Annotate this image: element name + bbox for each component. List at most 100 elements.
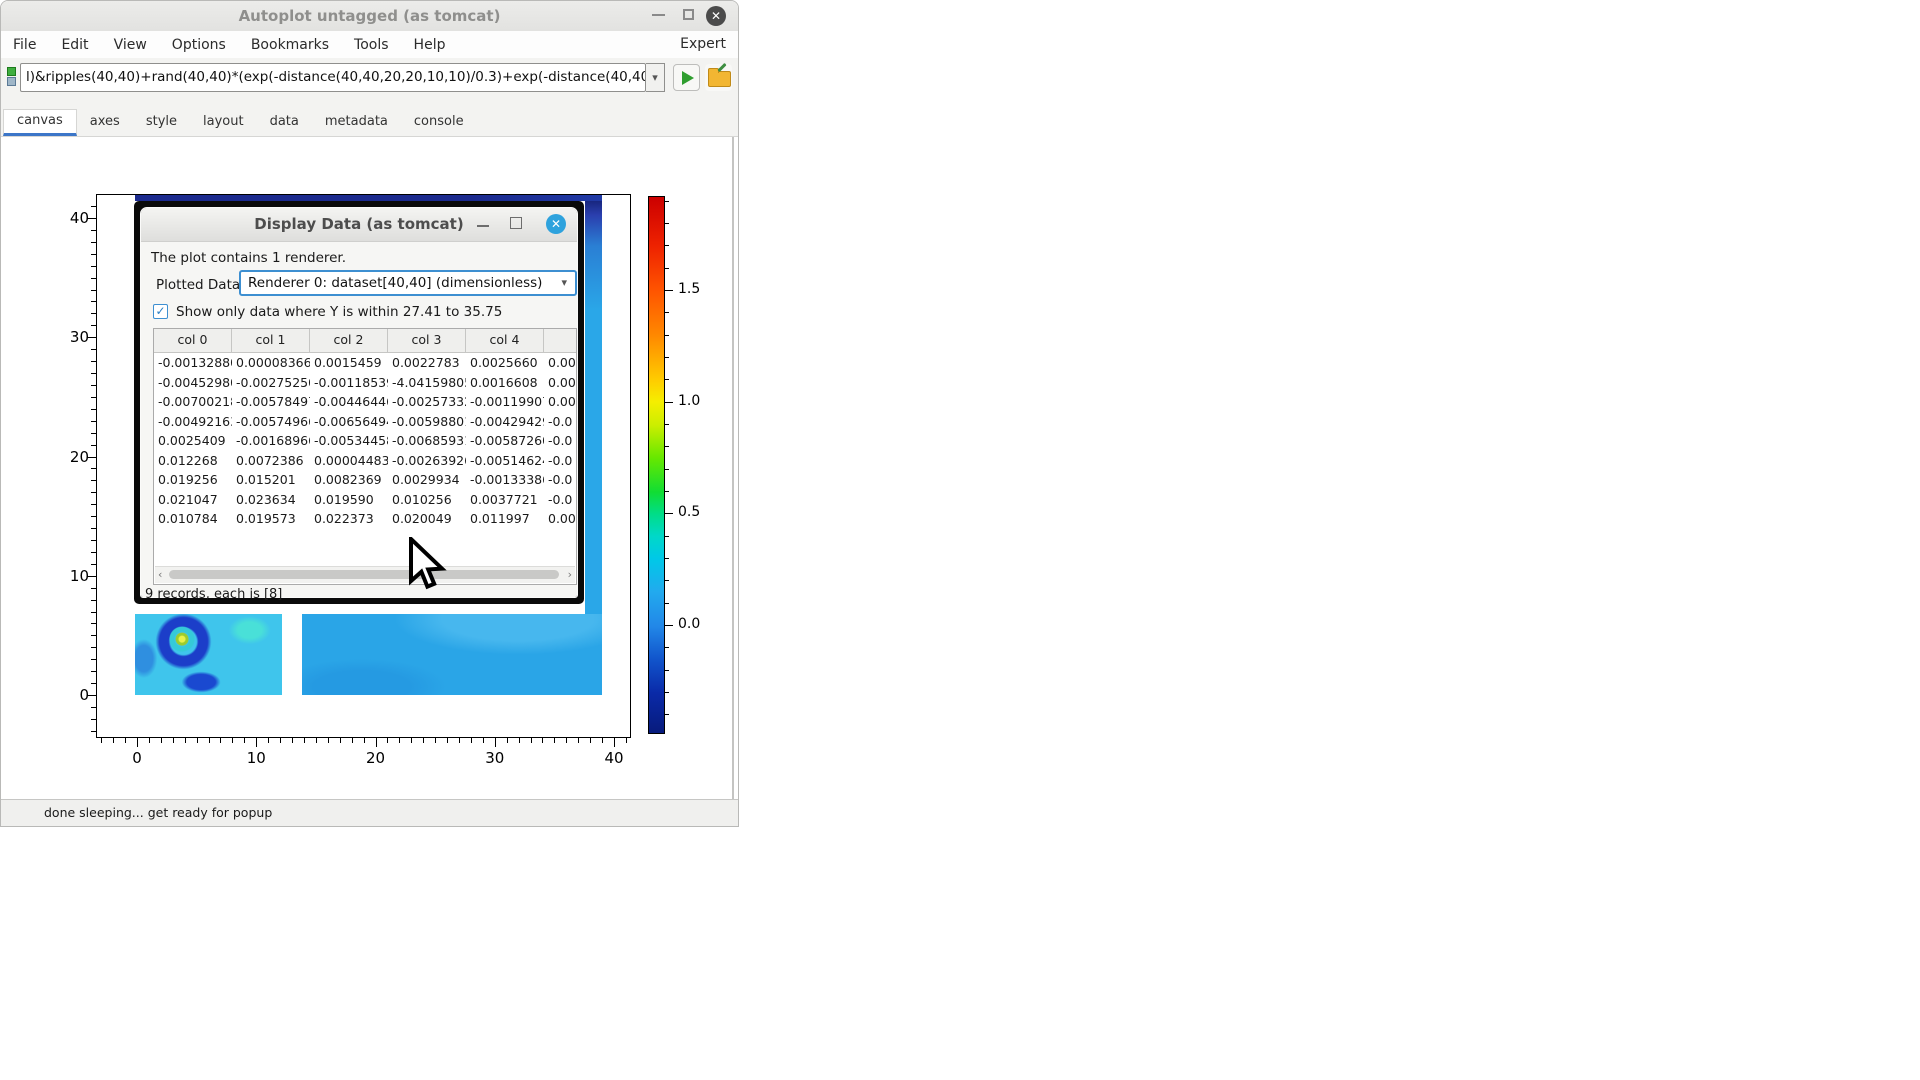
x-axis-tick [328,738,329,743]
y-axis-tick [91,266,96,267]
uri-input[interactable]: l)&ripples(40,40)+rand(40,40)*(exp(-dist… [20,63,646,92]
y-axis-tick [91,301,96,302]
menu-bookmarks[interactable]: Bookmarks [251,37,329,53]
x-axis-tick [220,738,221,743]
y-axis-tick [91,325,96,326]
table-column-header[interactable]: col 4 [466,329,544,352]
table-cell: 0.019573 [232,509,310,529]
y-axis-tick [91,635,96,636]
tab-style[interactable]: style [133,109,190,136]
dialog-close-icon[interactable]: ✕ [546,214,566,234]
tab-console[interactable]: console [401,109,477,136]
y-axis-tick [91,409,96,410]
table-cell: 0.021047 [154,490,232,510]
table-cell: -0.00132880... [154,353,232,373]
colorbar-tick [665,312,669,313]
plot-canvas[interactable]: 010203040010203040 1.51.00.50.0 Display … [1,137,738,799]
dialog-inner: Display Data (as tomcat) ✕ The plot cont… [141,208,577,597]
colorbar-tick [665,558,669,559]
tab-bar: canvasaxesstylelayoutdatametadataconsole [1,103,738,137]
table-cell: -0.00514624... [466,451,544,471]
menu-help[interactable]: Help [414,37,446,53]
table-row[interactable]: 0.0210470.0236340.0195900.0102560.003772… [154,490,576,510]
x-axis-tick-label: 20 [356,749,396,767]
table-row[interactable]: 0.0025409-0.00168966...-0.00534458...-0.… [154,431,576,451]
table-row[interactable]: -0.00492163...-0.00574966...-0.00656494.… [154,412,576,432]
tab-axes[interactable]: axes [77,109,133,136]
data-table[interactable]: col 0col 1col 2col 3col 4 -0.00132880...… [153,328,577,585]
x-axis-tick-label: 30 [475,749,515,767]
dialog-minimize-icon[interactable] [477,225,489,227]
table-cell: -4.04159805... [388,373,466,393]
table-cell: -0.0 [544,490,577,510]
dialog-maximize-icon[interactable] [510,217,522,229]
close-icon[interactable]: ✕ [706,6,726,26]
x-axis-tick [531,738,532,743]
x-axis-tick-label: 0 [117,749,157,767]
expert-menu[interactable]: Expert [680,36,726,52]
tab-canvas[interactable]: canvas [3,109,77,136]
table-column-header[interactable]: col 1 [232,329,310,352]
y-axis-tick [91,421,96,422]
y-axis-tick [91,373,96,374]
colorbar-tick [665,223,669,224]
tab-layout[interactable]: layout [190,109,257,136]
y-axis-tick [91,492,96,493]
heatmap-blue-patch [302,614,602,695]
x-axis-tick [578,738,579,743]
x-axis-tick [161,738,162,743]
y-axis-tick [91,731,96,732]
horizontal-scrollbar[interactable]: ‹ › [155,566,575,583]
x-axis-tick [209,738,210,743]
filter-checkbox[interactable]: ✓ [153,304,168,319]
window-title: Autoplot untagged (as tomcat) [1,7,738,25]
y-axis-tick [91,647,96,648]
dialog-titlebar[interactable]: Display Data (as tomcat) ✕ [141,208,577,242]
tab-data[interactable]: data [257,109,312,136]
chevron-down-icon: ▾ [561,272,567,294]
y-axis-tick [91,552,96,553]
menu-options[interactable]: Options [172,37,226,53]
table-cell: 0.023634 [232,490,310,510]
x-axis-tick [173,738,174,743]
table-cell: 0.022373 [310,509,388,529]
display-data-dialog: Display Data (as tomcat) ✕ The plot cont… [134,201,584,604]
table-cell: 0.019590 [310,490,388,510]
maximize-icon[interactable] [683,9,694,20]
table-row[interactable]: 0.0122680.00723860.000044839-0.00263926.… [154,451,576,471]
table-column-header[interactable]: col 0 [154,329,232,352]
table-column-header[interactable]: col 2 [310,329,388,352]
colorbar-tick [665,580,669,581]
table-column-header[interactable]: col 3 [388,329,466,352]
colorbar-tick [665,647,669,648]
menu-view[interactable]: View [114,37,147,53]
table-row[interactable]: 0.0107840.0195730.0223730.0200490.011997… [154,509,576,529]
y-axis-tick [91,588,96,589]
plotted-data-value: Renderer 0: dataset[40,40] (dimensionles… [248,275,542,291]
table-cell: 0.0016608 [466,373,544,393]
y-axis-tick [91,659,96,660]
table-row[interactable]: -0.00452980...-0.00275250...-0.00118539.… [154,373,576,393]
scroll-right-icon[interactable]: › [568,568,572,582]
table-row[interactable]: -0.00132880...0.0000836620.00154590.0022… [154,353,576,373]
plotted-data-select[interactable]: Renderer 0: dataset[40,40] (dimensionles… [239,270,577,296]
uri-dropdown-icon[interactable]: ▾ [646,63,665,92]
go-button[interactable] [673,64,700,91]
table-column-header[interactable] [544,329,577,352]
colorbar-tick [665,290,673,291]
window-titlebar[interactable]: Autoplot untagged (as tomcat) ✕ [1,1,738,32]
inspect-uri-button[interactable] [705,64,732,91]
menu-file[interactable]: File [13,37,36,53]
x-axis-tick [244,738,245,743]
minimize-icon[interactable] [652,14,665,16]
play-icon [682,71,694,85]
table-row[interactable]: -0.00700218...-0.00578497...-0.00446446.… [154,392,576,412]
menu-tools[interactable]: Tools [354,37,389,53]
menu-edit[interactable]: Edit [61,37,88,53]
x-axis-tick [256,738,257,747]
table-row[interactable]: 0.0192560.0152010.00823690.0029934-0.001… [154,470,576,490]
scrollbar-thumb[interactable] [169,570,559,579]
tab-metadata[interactable]: metadata [312,109,401,136]
y-axis-tick [91,623,96,624]
scroll-left-icon[interactable]: ‹ [158,568,162,582]
